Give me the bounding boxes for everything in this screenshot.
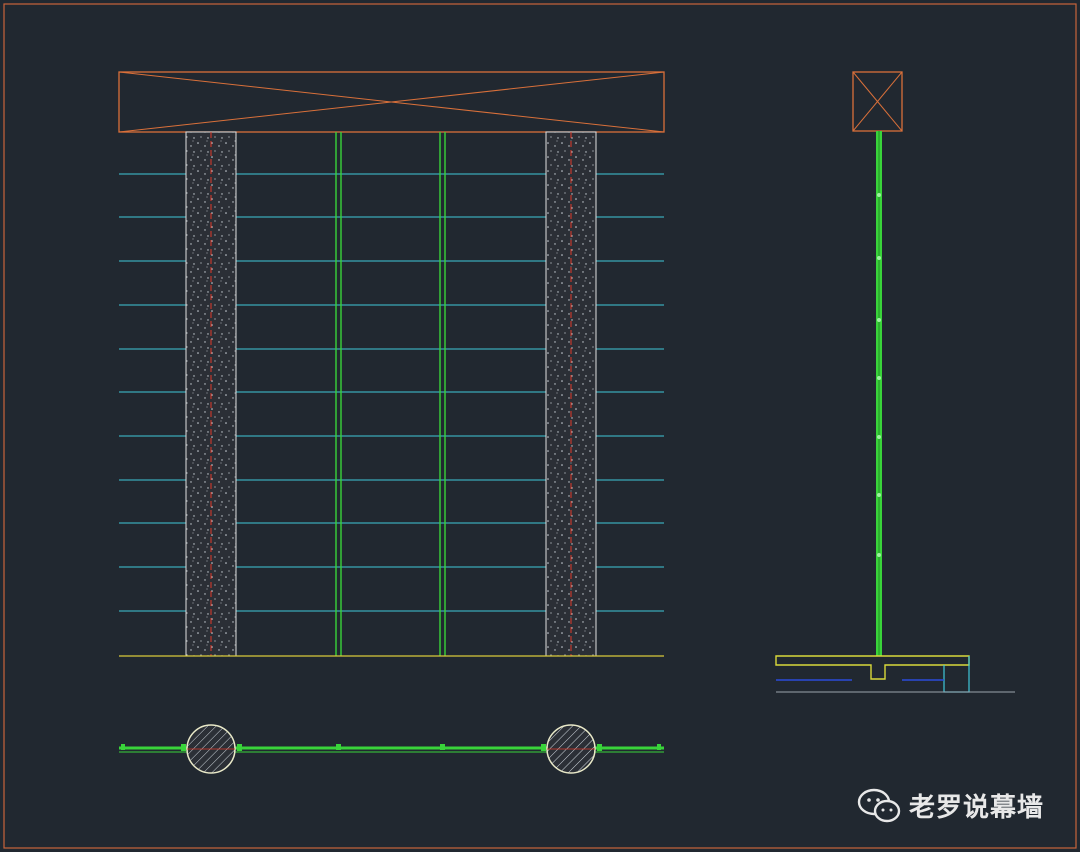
watermark-text: 老罗说幕墙 (908, 793, 1044, 823)
wechat-icon (857, 788, 901, 822)
right-column (545, 131, 597, 657)
top-beam (118, 71, 665, 133)
watermark: 老罗说幕墙 (857, 787, 1044, 824)
drawing-border (3, 3, 1077, 849)
glass-fin-left (335, 132, 342, 656)
plan-view (119, 724, 664, 774)
left-column (185, 131, 237, 657)
glass-fin-right (439, 132, 446, 656)
side-section (775, 71, 1015, 693)
elevation-section-drawing (3, 3, 1077, 849)
cad-drawing-canvas: 老罗说幕墙 (0, 0, 1080, 852)
